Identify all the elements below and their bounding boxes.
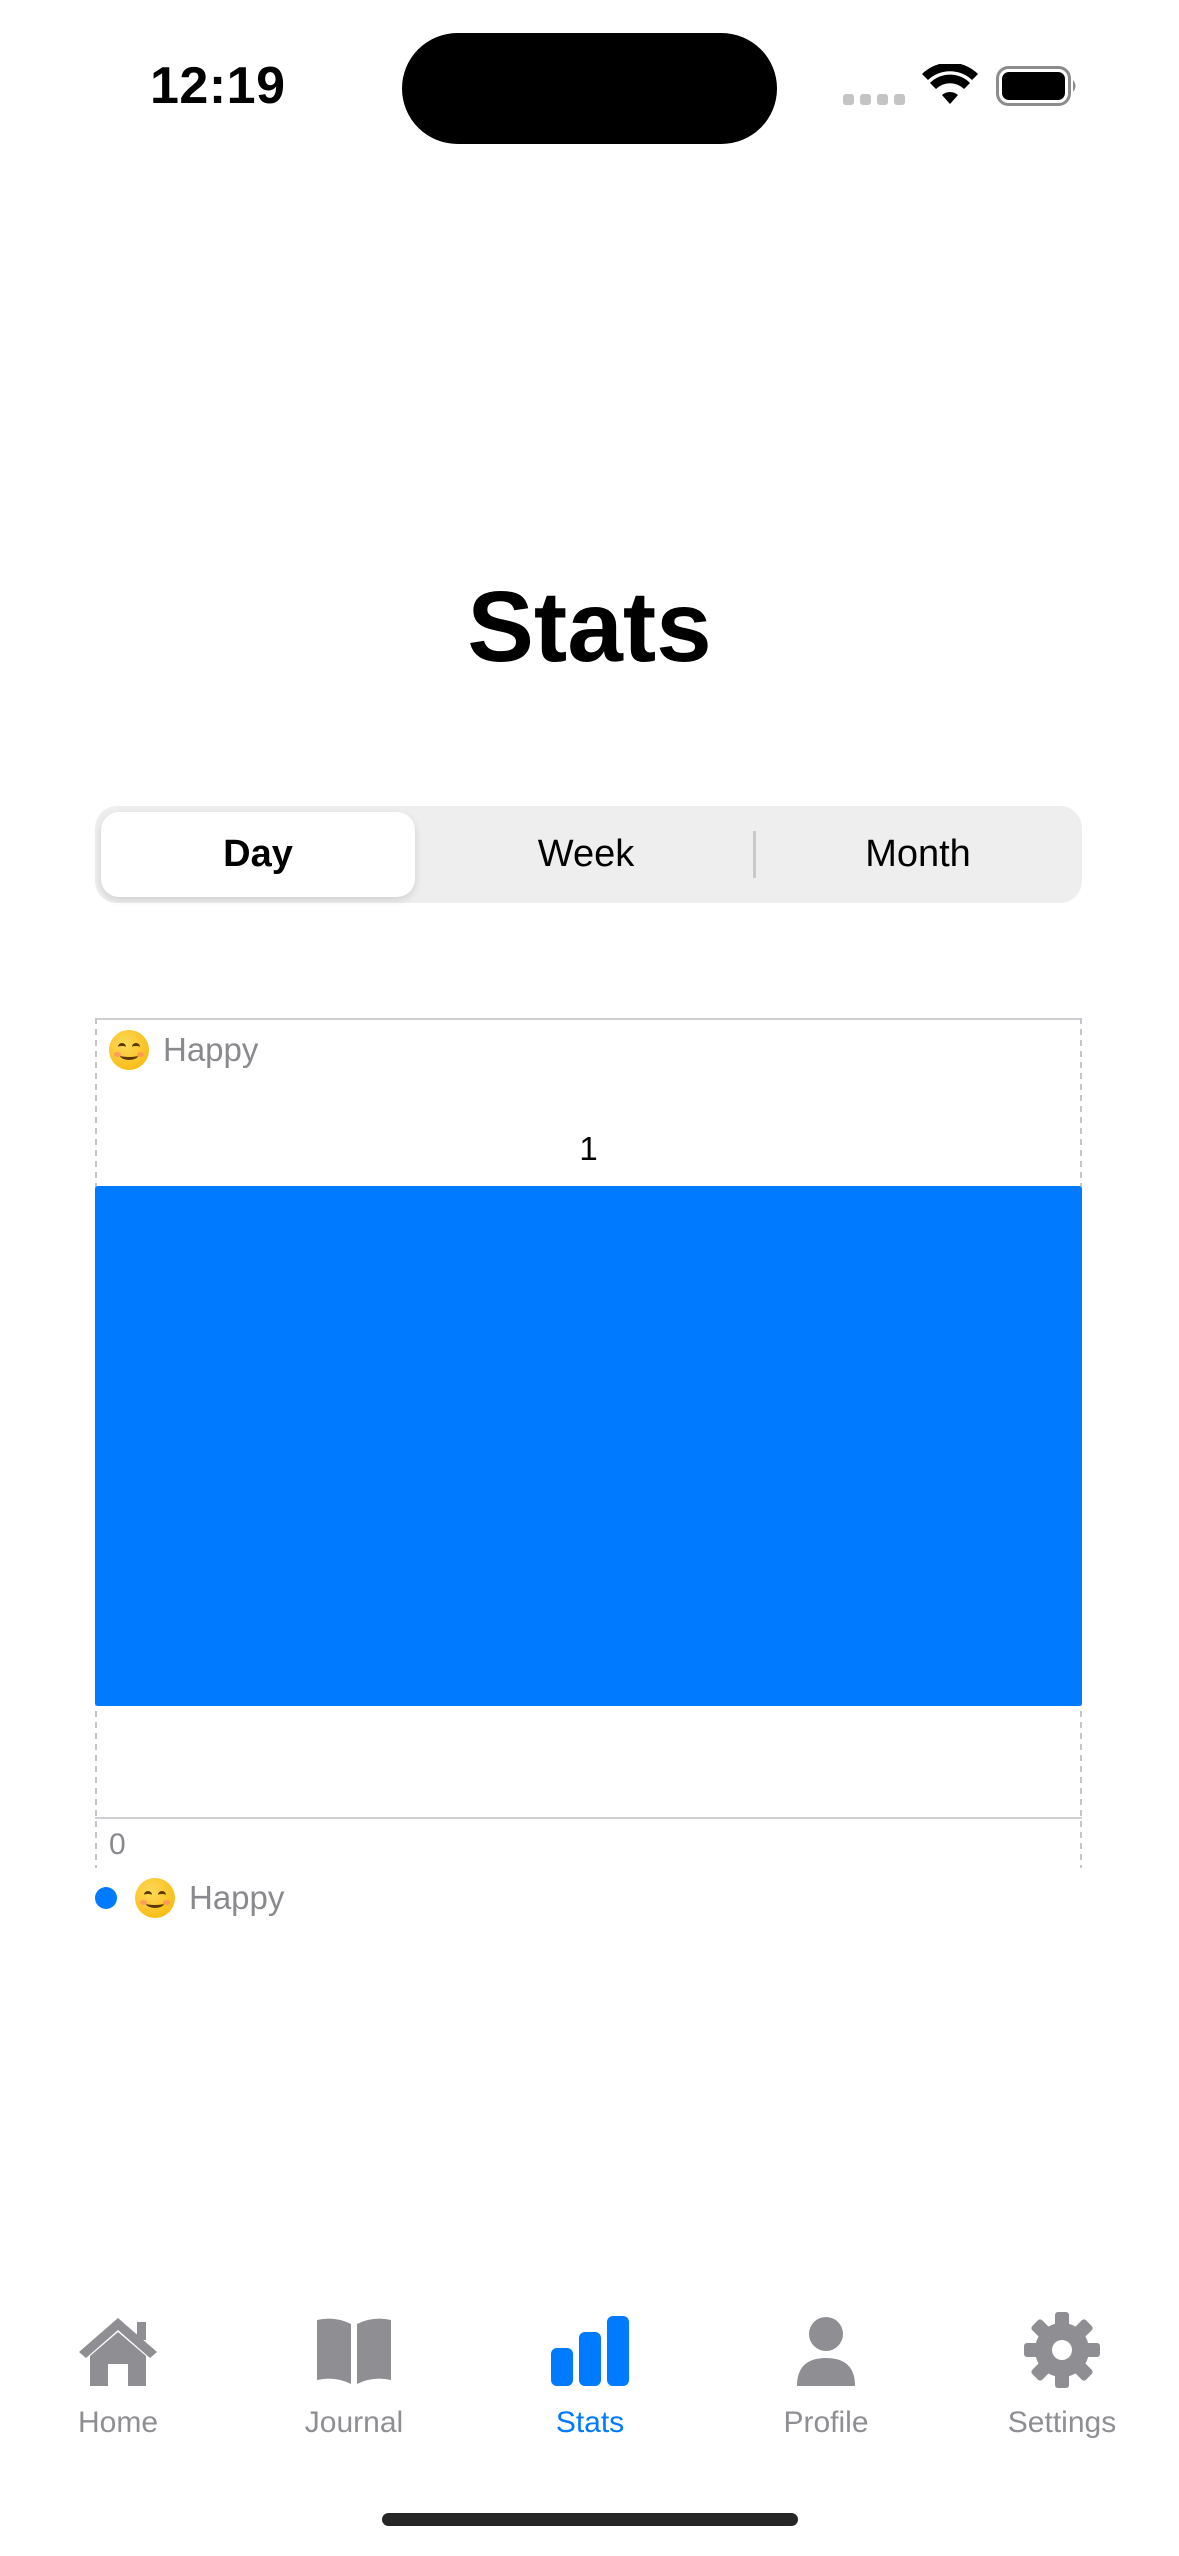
tab-label: Home [77, 2406, 159, 2439]
bar-data-label: 1 [579, 1130, 598, 1167]
tab-label: Journal [304, 2406, 404, 2439]
person-icon [797, 2317, 855, 2386]
time-range-segmented-control[interactable]: Day Week Month [95, 806, 1082, 903]
house-icon [79, 2318, 157, 2386]
mood-bar-chart: Happy 1 0 [95, 1018, 1082, 1868]
status-time: 12:19 [150, 57, 286, 115]
tab-journal[interactable]: Journal [259, 2310, 449, 2460]
page-title: Stats [467, 571, 712, 683]
tab-stats[interactable]: Stats [495, 2310, 685, 2460]
chart-legend: Happy [95, 1878, 284, 1918]
segment-week[interactable]: Week [426, 812, 746, 897]
tab-settings[interactable]: Settings [967, 2310, 1157, 2460]
tab-bar: Home Journal Stats Profile Settings [0, 2310, 1179, 2470]
x-axis-tick-0: 0 [109, 1828, 126, 1861]
wifi-icon [922, 64, 978, 104]
smiling-face-emoji-icon [135, 1878, 175, 1918]
y-axis-category-label: Happy [109, 1030, 258, 1070]
home-indicator [382, 2513, 798, 2526]
signal-icon [843, 94, 905, 106]
tab-home[interactable]: Home [23, 2310, 213, 2460]
segment-day[interactable]: Day [101, 812, 415, 897]
smiling-face-emoji-icon [109, 1030, 149, 1070]
bar-chart-icon [551, 2316, 629, 2386]
tab-label: Settings [1007, 2406, 1117, 2439]
segment-divider [753, 831, 756, 878]
legend-color-dot [95, 1887, 117, 1909]
book-icon [317, 2318, 391, 2384]
segment-month[interactable]: Month [761, 812, 1075, 897]
tab-label: Profile [783, 2406, 869, 2439]
tab-profile[interactable]: Profile [731, 2310, 921, 2460]
gear-icon [1024, 2312, 1100, 2388]
tab-label: Stats [555, 2406, 625, 2439]
bar-0 [95, 1186, 1082, 1706]
battery-icon [996, 66, 1076, 106]
category-label-text: Happy [163, 1031, 259, 1068]
legend-label: Happy [189, 1879, 285, 1916]
dynamic-island [402, 33, 777, 144]
